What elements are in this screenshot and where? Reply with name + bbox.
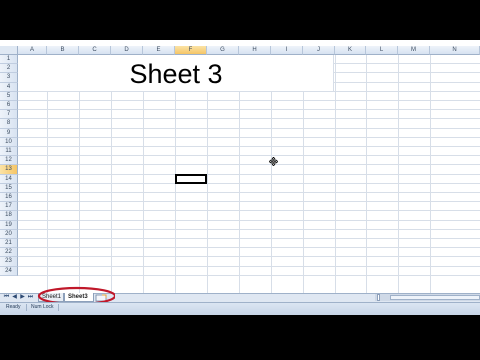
grid-row-line <box>18 247 480 249</box>
column-header-i[interactable]: I <box>271 46 303 55</box>
row-header-9[interactable]: 9 <box>0 128 18 138</box>
row-header-7[interactable]: 7 <box>0 110 18 120</box>
status-num-lock: Num Lock <box>31 304 54 310</box>
column-header-m[interactable]: M <box>398 46 430 55</box>
nav-next-icon[interactable]: ▶ <box>19 294 26 301</box>
grid-row-line <box>18 210 480 212</box>
grid-row-line <box>18 192 480 193</box>
grid-row-line <box>18 201 480 203</box>
select-all-corner[interactable] <box>0 46 18 55</box>
row-header-24[interactable]: 24 <box>0 266 18 276</box>
row-header-22[interactable]: 22 <box>0 248 18 258</box>
active-cell-f13[interactable] <box>175 174 207 184</box>
grid-row-line <box>18 127 480 129</box>
nav-prev-icon[interactable]: ◀ <box>11 294 18 301</box>
row-header-20[interactable]: 20 <box>0 229 18 239</box>
column-header-n[interactable]: N <box>430 46 480 55</box>
row-header-10[interactable]: 10 <box>0 137 18 147</box>
row-header-23[interactable]: 23 <box>0 257 18 267</box>
nav-first-icon[interactable]: ⏮ <box>3 294 10 301</box>
row-header-6[interactable]: 6 <box>0 101 18 111</box>
row-header-4[interactable]: 4 <box>0 82 18 92</box>
grid-row-line <box>18 238 480 239</box>
column-header-e[interactable]: E <box>143 46 175 55</box>
row-header-3[interactable]: 3 <box>0 73 18 83</box>
grid-row-line <box>18 100 480 101</box>
column-header-k[interactable]: K <box>335 46 366 55</box>
column-header-b[interactable]: B <box>47 46 79 55</box>
grid-row-line <box>18 265 480 267</box>
row-header-14[interactable]: 14 <box>0 174 18 184</box>
grid-row-line <box>18 173 480 175</box>
grid-row-line <box>18 146 480 147</box>
column-header-j[interactable]: J <box>303 46 335 55</box>
row-header-11[interactable]: 11 <box>0 147 18 157</box>
row-header-15[interactable]: 15 <box>0 183 18 193</box>
grid-row-line <box>18 182 480 184</box>
row-header-2[interactable]: 2 <box>0 64 18 74</box>
grid-row-line <box>18 274 480 276</box>
grid-row-line <box>18 228 480 230</box>
status-bar <box>0 302 480 315</box>
column-header-h[interactable]: H <box>239 46 271 55</box>
status-separator <box>26 304 27 311</box>
grid-row-line <box>18 164 480 166</box>
horizontal-scroll-thumb[interactable] <box>390 295 480 300</box>
row-header-12[interactable]: 12 <box>0 156 18 166</box>
column-header-f[interactable]: F <box>175 46 207 55</box>
merged-title-cell[interactable]: Sheet 3 <box>18 55 334 92</box>
row-header-13[interactable]: 13 <box>0 165 18 175</box>
grid-row-line <box>18 136 480 138</box>
row-header-19[interactable]: 19 <box>0 220 18 230</box>
status-ready: Ready <box>6 304 21 310</box>
tab-split-handle[interactable] <box>377 294 380 301</box>
row-header-21[interactable]: 21 <box>0 239 18 249</box>
row-header-16[interactable]: 16 <box>0 193 18 203</box>
row-header-8[interactable]: 8 <box>0 119 18 129</box>
row-header-17[interactable]: 17 <box>0 202 18 212</box>
row-header-5[interactable]: 5 <box>0 91 18 101</box>
column-header-c[interactable]: C <box>79 46 111 55</box>
sheet-title-text: Sheet 3 <box>129 59 223 89</box>
column-header-l[interactable]: L <box>366 46 398 55</box>
status-separator <box>58 304 59 311</box>
row-header-1[interactable]: 1 <box>0 55 18 65</box>
nav-last-icon[interactable]: ⏭ <box>27 294 34 301</box>
row-header-18[interactable]: 18 <box>0 211 18 221</box>
column-header-g[interactable]: G <box>207 46 239 55</box>
grid-row-line <box>18 118 480 120</box>
column-header-d[interactable]: D <box>111 46 143 55</box>
move-cursor-icon <box>269 157 278 166</box>
column-header-a[interactable]: A <box>18 46 47 55</box>
grid-row-line <box>18 155 480 157</box>
grid-row-line <box>18 219 480 221</box>
grid-row-line <box>18 256 480 258</box>
grid-row-line <box>18 109 480 111</box>
